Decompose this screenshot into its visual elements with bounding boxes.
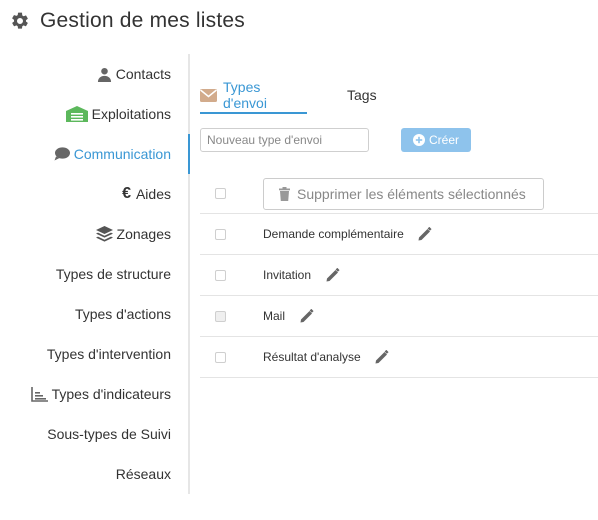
tab-bar: Types d'envoi Tags	[200, 76, 598, 114]
table-row: Invitation	[200, 255, 598, 296]
barn-icon	[65, 106, 88, 122]
sidebar-item-sous-types-de-suivi[interactable]: Sous-types de Suivi	[47, 414, 171, 454]
select-all-checkbox[interactable]	[215, 188, 226, 199]
row-checkbox	[215, 310, 226, 322]
sidebar-active-indicator	[188, 134, 190, 174]
sidebar-item-types-d-intervention[interactable]: Types d'intervention	[47, 334, 171, 374]
create-button[interactable]: Créer	[401, 128, 471, 152]
layers-icon	[95, 226, 113, 242]
row-checkbox[interactable]	[215, 269, 226, 281]
sidebar-item-exploitations[interactable]: Exploitations	[65, 94, 171, 134]
plus-circle-icon	[412, 134, 425, 146]
user-icon	[97, 67, 112, 82]
sidebar-item-label: Types de structure	[55, 266, 171, 282]
chart-axes-icon	[30, 386, 48, 402]
euro-icon: €	[122, 185, 131, 202]
sidebar-item-types-d-indicateurs[interactable]: Types d'indicateurs	[30, 374, 171, 414]
sidebar-item-label: Sous-types de Suivi	[47, 426, 171, 442]
row-checkbox[interactable]	[215, 228, 226, 240]
chat-bubble-icon	[54, 147, 70, 161]
row-label: Mail	[263, 309, 286, 323]
trash-icon	[279, 187, 290, 201]
pencil-icon[interactable]	[374, 349, 389, 365]
page-title: Gestion de mes listes	[40, 9, 245, 32]
envelope-icon	[200, 88, 217, 102]
sidebar-item-types-d-actions[interactable]: Types d'actions	[75, 294, 171, 334]
tab-tags[interactable]: Tags	[347, 76, 377, 114]
sidebar: Contacts Exploitations Communication € A…	[0, 54, 190, 494]
pencil-icon[interactable]	[417, 226, 432, 242]
tab-label: Tags	[347, 87, 377, 103]
create-button-label: Créer	[428, 133, 459, 147]
sidebar-item-label: Communication	[73, 146, 171, 162]
tab-types-d-envoi[interactable]: Types d'envoi	[200, 76, 307, 114]
sidebar-item-reseaux[interactable]: Réseaux	[116, 454, 171, 494]
pencil-icon[interactable]	[325, 267, 340, 283]
pencil-icon[interactable]	[299, 308, 314, 324]
sidebar-item-label: Types d'indicateurs	[51, 386, 171, 402]
sidebar-item-label: Aides	[135, 186, 171, 202]
sidebar-item-types-de-structure[interactable]: Types de structure	[56, 254, 171, 294]
table-header-row: Supprimer les éléments sélectionnés	[200, 174, 598, 214]
sidebar-item-zonages[interactable]: Zonages	[95, 214, 171, 254]
new-type-input[interactable]	[200, 128, 369, 152]
sidebar-item-label: Exploitations	[91, 106, 171, 122]
sidebar-item-label: Contacts	[115, 66, 171, 82]
gear-icon	[10, 11, 30, 31]
sidebar-item-label: Zonages	[116, 226, 171, 242]
sidebar-item-label: Types d'intervention	[46, 346, 171, 362]
types-table: Supprimer les éléments sélectionnés Dema…	[200, 174, 598, 378]
table-row: Mail	[200, 296, 598, 337]
table-row: Résultat d'analyse	[200, 337, 598, 378]
sidebar-item-aides[interactable]: € Aides	[122, 174, 171, 214]
delete-button-label: Supprimer les éléments sélectionnés	[297, 186, 526, 202]
sidebar-item-communication[interactable]: Communication	[54, 134, 171, 174]
row-label: Résultat d'analyse	[263, 350, 361, 364]
row-checkbox[interactable]	[215, 351, 226, 363]
table-row: Demande complémentaire	[200, 214, 598, 255]
row-label: Invitation	[263, 268, 312, 282]
row-label: Demande complémentaire	[263, 227, 404, 241]
delete-selected-button[interactable]: Supprimer les éléments sélectionnés	[263, 178, 544, 210]
sidebar-item-label: Réseaux	[115, 466, 171, 482]
tab-label: Types d'envoi	[223, 79, 267, 111]
sidebar-item-label: Types d'actions	[74, 306, 171, 322]
sidebar-item-contacts[interactable]: Contacts	[97, 54, 171, 94]
page-header: Gestion de mes listes	[10, 8, 245, 34]
